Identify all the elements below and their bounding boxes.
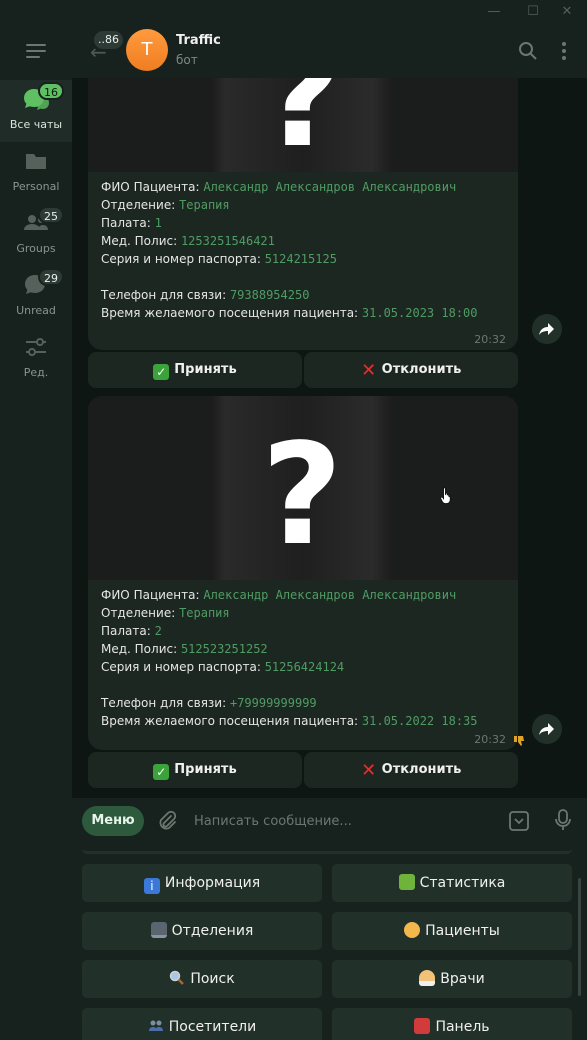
folder-label: Groups [16,242,56,255]
folder-personal[interactable]: Personal [0,142,72,204]
people-icon [148,1018,164,1034]
unread-counter-badge: ..86 [94,31,123,49]
folder-groups[interactable]: 25 Groups [0,204,72,266]
folder-label: Ред. [23,366,49,379]
keyboard-button-stats[interactable]: Статистика [332,864,572,902]
maximize-icon[interactable]: ☐ [523,2,543,22]
reject-button[interactable]: ✕ Отклонить [304,752,518,788]
keyboard-button-info[interactable]: i Информация [82,864,322,902]
doctor-icon [419,970,436,986]
message-text: ФИО Пациента: Александр Александров Алек… [101,180,478,320]
keyboard-button-patients[interactable]: Пациенты [332,912,572,950]
folder-badge: 29 [38,268,64,286]
check-mark-icon: ✓ [153,364,170,380]
folder-icon [26,154,46,169]
folder-label: Все чаты [9,118,63,131]
folder-all-chats[interactable]: 16 Все чаты [0,80,72,142]
message-time: 20:32 [474,333,506,346]
microphone-icon[interactable] [552,808,574,832]
message-input-bar: Меню [72,798,587,844]
forward-button[interactable] [532,714,562,744]
folders-sidebar: 16 Все чаты Personal 25 Groups 29 Unread… [0,24,72,1040]
message-input[interactable] [194,810,494,832]
chat-title[interactable]: Traffic [176,33,221,48]
keyboard-button-search[interactable]: Поиск [82,960,322,998]
cross-mark-icon: ✕ [361,760,377,781]
check-mark-icon: ✓ [153,764,170,780]
message-time: 20:32 [474,733,506,746]
accept-button[interactable]: ✓ Принять [88,752,302,788]
info-icon: i [143,878,160,894]
window-title-bar: — ☐ ✕ [0,0,587,24]
computer-icon [150,922,167,938]
avatar[interactable]: T [126,29,168,71]
question-mark-image: ? [261,414,343,577]
search-icon[interactable] [517,40,539,62]
forward-icon [539,323,554,335]
green-book-icon [398,874,415,890]
thumbs-down-icon[interactable] [512,734,526,748]
reply-keyboard: i Информация Статистика Отделения Пациент… [72,844,587,1040]
forward-button[interactable] [532,314,562,344]
forward-icon [539,723,554,735]
attach-icon[interactable] [156,810,178,832]
folder-label: Unread [16,304,56,317]
keyboard-button-doctors[interactable]: Врачи [332,960,572,998]
inline-keyboard: ✓ Принять ✕ Отклонить [88,352,518,388]
chat-header: ← ..86 T Traffic бот [72,24,587,78]
keyboard-toggle-icon[interactable] [508,810,530,832]
magnifier-icon [169,970,185,986]
folder-badge: 16 [38,82,64,100]
keyboard-scrollbar[interactable] [578,878,581,996]
reject-button[interactable]: ✕ Отклонить [304,352,518,388]
message-photo[interactable]: ? [88,78,518,172]
cross-mark-icon: ✕ [361,360,377,381]
folder-edit[interactable]: Ред. [0,328,72,390]
patient-face-icon [404,922,421,938]
accept-button[interactable]: ✓ Принять [88,352,302,388]
bot-menu-button[interactable]: Меню [82,806,144,836]
keyboard-button-departments[interactable]: Отделения [82,912,322,950]
folder-unread[interactable]: 29 Unread [0,266,72,328]
inline-keyboard: ✓ Принять ✕ Отклонить [88,752,518,788]
message-bubble[interactable]: ? ФИО Пациента: Александр Александров Ал… [88,78,518,350]
red-book-icon [414,1018,431,1034]
message-bubble[interactable]: ? ФИО Пациента: Александр Александров Ал… [88,396,518,750]
keyboard-button-panel[interactable]: Панель [332,1008,572,1040]
more-vertical-icon[interactable] [553,40,575,62]
folder-label: Personal [12,180,60,193]
close-icon[interactable]: ✕ [557,2,577,22]
hand-cursor-icon [440,487,451,504]
folder-badge: 25 [38,206,64,224]
minimize-icon[interactable]: — [484,2,504,22]
message-text: ФИО Пациента: Александр Александров Алек… [101,588,478,728]
chat-subtitle: бот [176,53,198,67]
keyboard-button-visitors[interactable]: Посетители [82,1008,322,1040]
menu-hamburger-icon[interactable] [26,44,46,58]
edit-folders-icon [26,338,46,356]
messages-area[interactable]: ? ФИО Пациента: Александр Александров Ал… [72,78,587,798]
question-mark-image: ? [261,78,343,179]
